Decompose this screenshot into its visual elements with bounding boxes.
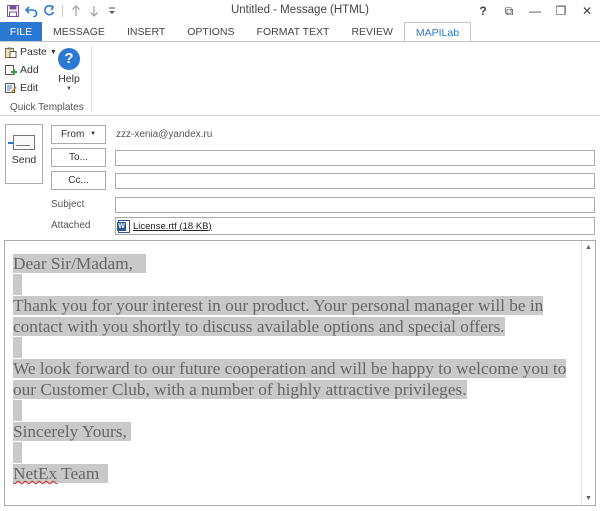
blank-line-marker: [13, 274, 22, 295]
help-icon: ?: [58, 48, 80, 70]
from-button[interactable]: From ▼: [51, 125, 106, 144]
from-dropdown-icon: ▼: [90, 131, 97, 137]
message-text[interactable]: Dear Sir/Madam, Thank you for your inter…: [13, 253, 575, 484]
tab-insert[interactable]: INSERT: [116, 22, 176, 42]
blank-line: [13, 400, 575, 421]
to-field[interactable]: [115, 150, 595, 166]
blank-line-marker: [13, 337, 22, 358]
greeting-text: Dear Sir/Madam,: [13, 254, 133, 273]
message-body[interactable]: Dear Sir/Madam, Thank you for your inter…: [4, 240, 596, 506]
tab-review[interactable]: REVIEW: [340, 22, 403, 42]
scroll-up-icon[interactable]: ▲: [582, 241, 595, 254]
tab-file[interactable]: FILE: [0, 22, 42, 42]
edit-button[interactable]: Edit: [5, 82, 38, 94]
greeting-trailing-space: [132, 254, 146, 273]
restore-icon[interactable]: ❐: [548, 0, 574, 22]
paragraph-2-text: We look forward to our future cooperatio…: [13, 359, 567, 399]
signature-company: NetEx: [13, 464, 58, 483]
paragraph-2: We look forward to our future cooperatio…: [13, 358, 575, 400]
attached-label: Attached: [51, 220, 91, 231]
ribbon-help-button[interactable]: ? Help ▼: [56, 48, 82, 92]
vertical-scrollbar[interactable]: ▲ ▼: [581, 241, 595, 505]
cc-button[interactable]: Cc...: [51, 171, 106, 190]
closing-trailing-space: [126, 422, 132, 441]
blank-line-marker: [13, 442, 22, 463]
title-bar: Untitled - Message (HTML) ? ⧉ — ❐ ✕: [0, 0, 600, 22]
help-button[interactable]: ?: [470, 0, 496, 22]
signature-team: Team: [57, 464, 100, 483]
ribbon-display-options-icon[interactable]: ⧉: [496, 0, 522, 22]
send-label: Send: [11, 154, 37, 166]
add-button[interactable]: Add: [5, 64, 39, 76]
tab-mapilab[interactable]: MAPILab: [403, 22, 472, 43]
edit-label: Edit: [20, 82, 39, 94]
group-label-quick-templates: Quick Templates: [10, 102, 84, 113]
attachment-name[interactable]: License.rtf (18 KB): [133, 221, 212, 232]
blank-line: [13, 337, 575, 358]
from-label: From: [60, 129, 85, 141]
tab-message[interactable]: MESSAGE: [42, 22, 116, 42]
word-document-icon: [117, 219, 130, 233]
signature-block: NetEx Team: [13, 464, 108, 483]
ribbon-tabs: FILE MESSAGE INSERT OPTIONS FORMAT TEXT …: [0, 22, 600, 43]
closing-text: Sincerely Yours,: [13, 422, 127, 441]
attachment-field[interactable]: License.rtf (18 KB): [115, 217, 595, 235]
tab-options[interactable]: OPTIONS: [176, 22, 245, 42]
ribbon-panel: Paste ▼ Add Edit ? Help ▼ Quick Template…: [0, 42, 600, 116]
subject-field[interactable]: [115, 197, 595, 213]
from-address: zzz-xenia@yandex.ru: [116, 129, 213, 140]
minimize-icon[interactable]: —: [522, 0, 548, 22]
cc-field[interactable]: [115, 173, 595, 189]
blank-line: [13, 442, 575, 463]
tab-format-text[interactable]: FORMAT TEXT: [246, 22, 341, 42]
help-label: Help: [58, 73, 80, 85]
paste-button[interactable]: Paste ▼: [5, 46, 57, 58]
blank-line: [13, 274, 575, 295]
group-separator: [91, 46, 92, 112]
add-label: Add: [20, 64, 39, 76]
edit-icon: [5, 82, 17, 94]
add-icon: [5, 64, 17, 76]
window-controls: ? ⧉ — ❐ ✕: [470, 0, 600, 22]
to-button[interactable]: To...: [51, 148, 106, 167]
closing-line: Sincerely Yours,: [13, 421, 575, 442]
send-envelope-icon: [8, 135, 35, 150]
greeting-line: Dear Sir/Madam,: [13, 253, 575, 274]
paragraph-1-text: Thank you for your interest in our produ…: [13, 296, 544, 336]
close-icon[interactable]: ✕: [574, 0, 600, 22]
scroll-down-icon[interactable]: ▼: [582, 492, 595, 505]
help-dropdown-icon: ▼: [66, 86, 72, 92]
subject-label: Subject: [51, 199, 85, 210]
paste-icon: [5, 47, 17, 58]
paragraph-1: Thank you for your interest in our produ…: [13, 295, 575, 337]
send-button[interactable]: Send: [5, 124, 43, 184]
signature-line: NetEx Team: [13, 463, 575, 484]
blank-line-marker: [13, 400, 22, 421]
paste-label: Paste: [20, 46, 47, 58]
